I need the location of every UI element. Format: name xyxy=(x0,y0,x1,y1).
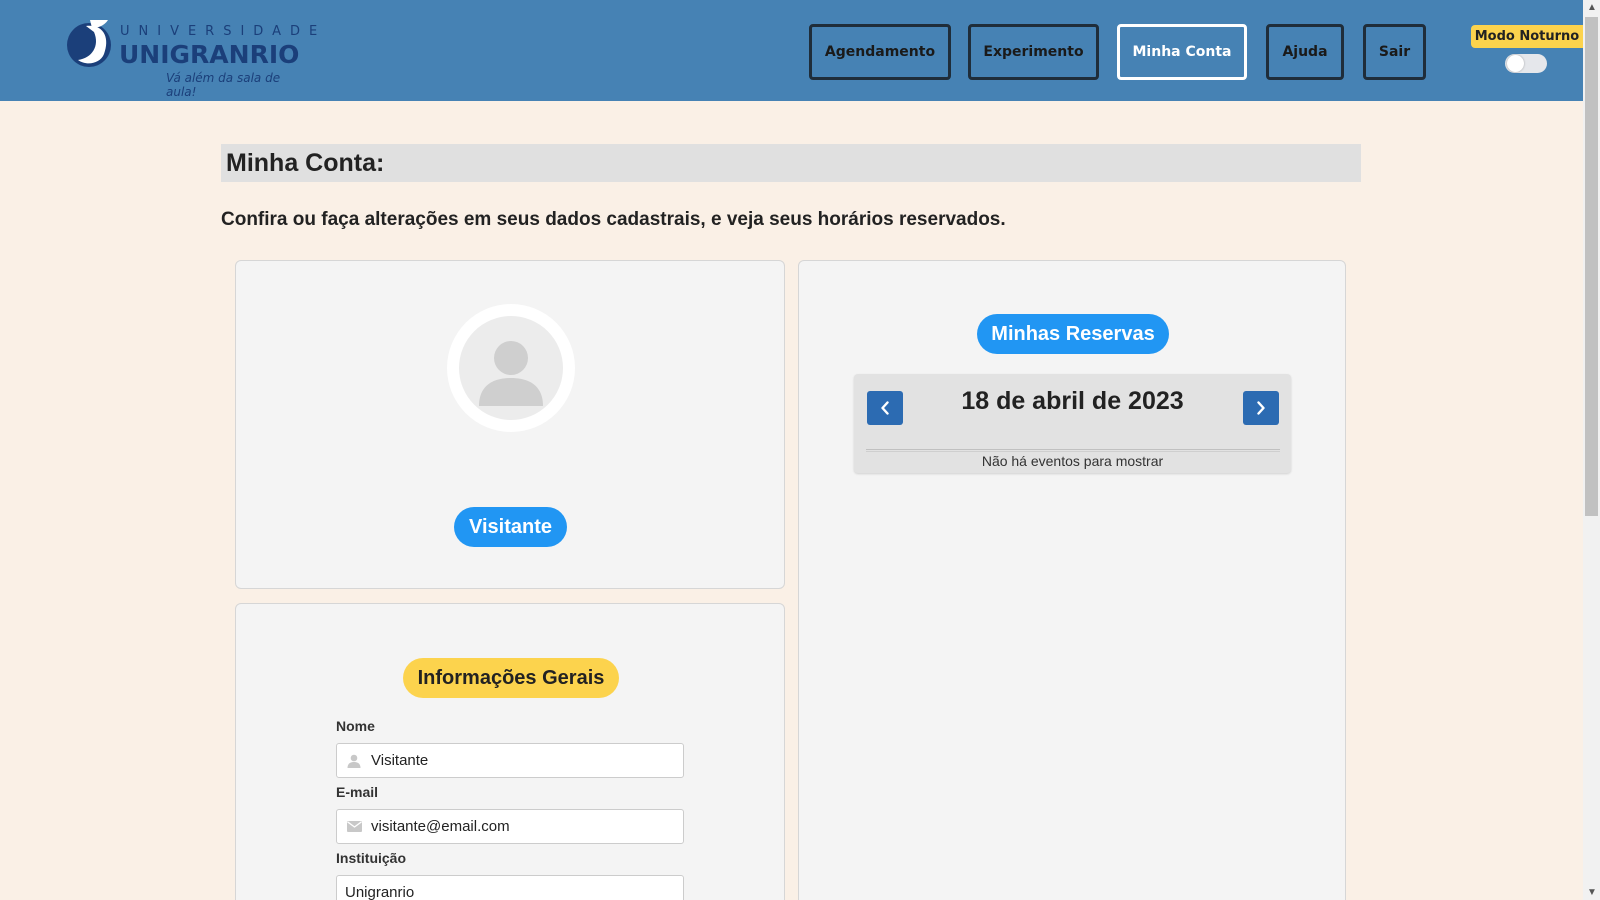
unigranrio-logo[interactable]: UNIVERSIDADE UNIGRANRIO Vá além da sala … xyxy=(64,18,317,99)
info-heading: Informações Gerais xyxy=(403,658,619,698)
nav-agendamento-button[interactable]: Agendamento xyxy=(809,24,951,80)
toggle-knob xyxy=(1507,55,1524,72)
logo-tagline: Vá além da sala de aula! xyxy=(166,71,281,99)
reservas-calendar: 18 de abril de 2023 Não há eventos para … xyxy=(854,374,1291,473)
logo-line1: UNIVERSIDADE xyxy=(120,24,327,39)
user-icon xyxy=(337,754,371,768)
email-field[interactable] xyxy=(336,809,684,844)
profile-card: Visitante xyxy=(235,260,785,589)
envelope-icon xyxy=(337,821,371,832)
night-mode-toggle[interactable] xyxy=(1505,54,1547,73)
page-title-bar: Minha Conta: xyxy=(221,144,1361,182)
avatar xyxy=(447,304,575,432)
user-icon xyxy=(459,316,563,420)
scroll-down-arrow-icon[interactable]: ▼ xyxy=(1587,887,1597,898)
calendar-divider xyxy=(866,449,1280,452)
nav-sair-button[interactable]: Sair xyxy=(1363,24,1426,80)
page-subtitle: Confira ou faça alterações em seus dados… xyxy=(221,209,1006,230)
chevron-right-icon xyxy=(1257,401,1265,415)
scroll-thumb[interactable] xyxy=(1585,17,1598,516)
instituicao-input[interactable] xyxy=(345,884,645,900)
nav-experimento-button[interactable]: Experimento xyxy=(968,24,1099,80)
logo-mark-icon xyxy=(67,20,111,67)
reservas-card: Minhas Reservas 18 de abril de 2023 Não … xyxy=(798,260,1346,900)
nome-field[interactable] xyxy=(336,743,684,778)
scroll-up-arrow-icon[interactable]: ▲ xyxy=(1587,2,1597,13)
email-input[interactable] xyxy=(371,818,671,835)
page-scrollbar[interactable]: ▲ ▼ xyxy=(1583,0,1600,900)
user-name-badge: Visitante xyxy=(454,507,567,547)
info-card: Informações Gerais Nome E-mail Instituiç… xyxy=(235,603,785,900)
logo-line2: UNIGRANRIO xyxy=(119,40,300,69)
nome-label: Nome xyxy=(336,718,375,734)
nome-input[interactable] xyxy=(371,752,671,769)
nav-minha-conta-button[interactable]: Minha Conta xyxy=(1117,24,1247,80)
reservas-heading: Minhas Reservas xyxy=(977,314,1169,354)
instituicao-label: Instituição xyxy=(336,850,407,866)
top-header: UNIVERSIDADE UNIGRANRIO Vá além da sala … xyxy=(0,0,1583,101)
calendar-date: 18 de abril de 2023 xyxy=(961,387,1184,415)
page-title: Minha Conta: xyxy=(226,149,385,177)
instituicao-field[interactable] xyxy=(336,875,684,900)
email-label: E-mail xyxy=(336,784,379,800)
next-day-button[interactable] xyxy=(1243,391,1279,425)
night-mode-label: Modo Noturno xyxy=(1471,25,1583,48)
no-events-message: Não há eventos para mostrar xyxy=(981,453,1164,469)
nav-ajuda-button[interactable]: Ajuda xyxy=(1266,24,1344,80)
